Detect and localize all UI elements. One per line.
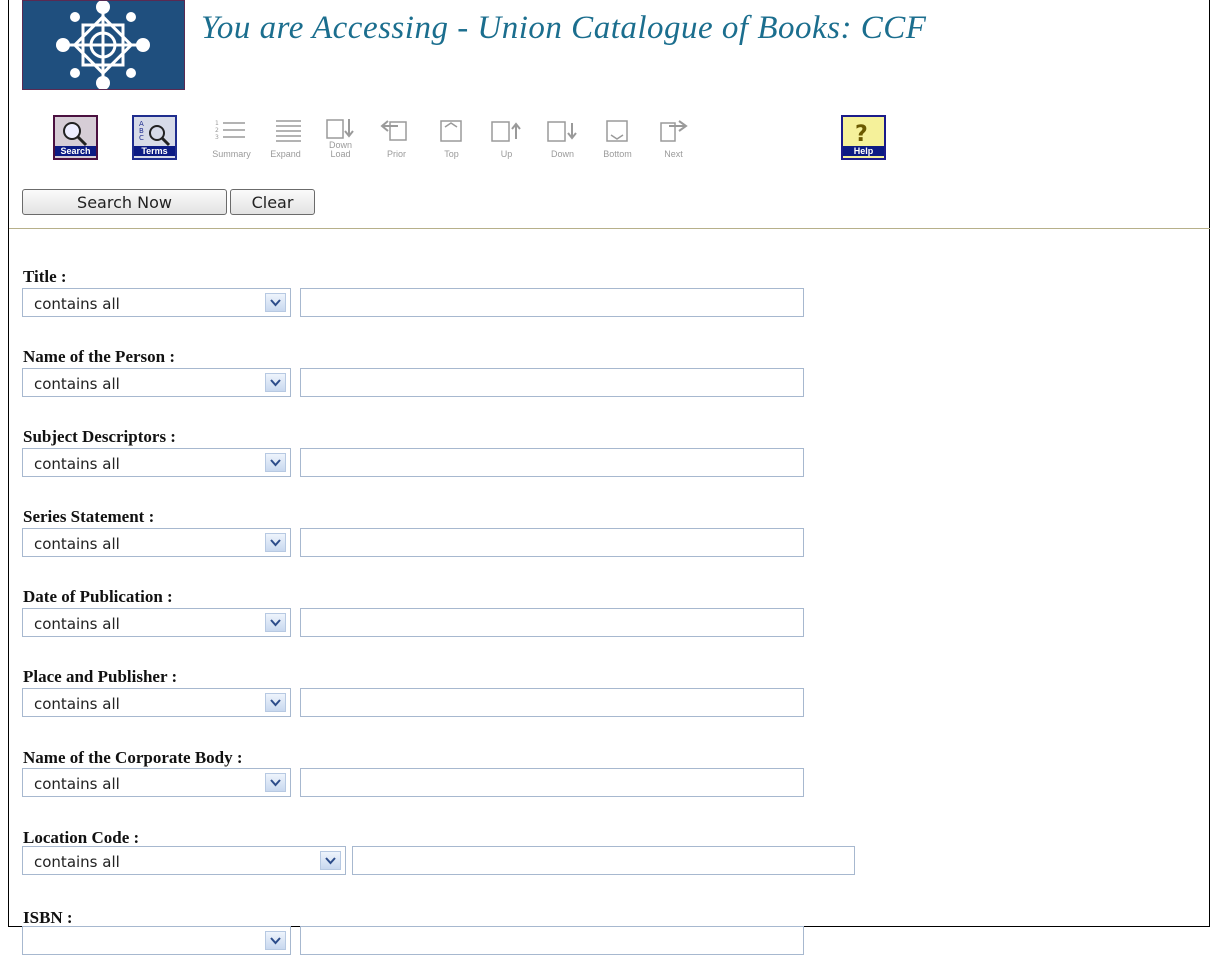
search-toolbar-button[interactable]: Search: [53, 115, 98, 160]
clear-button[interactable]: Clear: [230, 189, 315, 215]
page-banner-title: You are Accessing - Union Catalogue of B…: [201, 10, 927, 46]
chevron-down-icon[interactable]: [265, 773, 286, 792]
help-question-icon: ?: [855, 122, 868, 147]
field-label: Subject Descriptors :: [23, 427, 176, 446]
field-label: Series Statement :: [23, 507, 155, 526]
toolbar-label: Up: [500, 149, 513, 159]
terms-list-icon: A B C: [139, 120, 171, 147]
operator-select-value: contains all: [34, 375, 120, 393]
bottom-page-icon: [606, 120, 628, 142]
next-toolbar-button[interactable]: Next: [651, 115, 696, 160]
summary-list-icon: 123: [215, 120, 245, 141]
chevron-down-icon[interactable]: [265, 693, 286, 712]
header-divider: [9, 228, 1210, 229]
search-term-input[interactable]: [300, 528, 804, 557]
magnifier-icon: [63, 122, 88, 147]
operator-select-value: contains all: [34, 853, 120, 871]
search-term-input[interactable]: [300, 608, 804, 637]
expand-list-icon: [276, 120, 301, 142]
field-label: Location Code :: [23, 828, 140, 847]
search-term-input[interactable]: [300, 448, 804, 477]
field-label: Name of the Person :: [23, 347, 176, 366]
toolbar-label: Prior: [386, 149, 406, 159]
summary-toolbar-button[interactable]: 123 Summary: [209, 115, 254, 160]
bottom-toolbar-button[interactable]: Bottom: [595, 115, 640, 160]
search-term-input[interactable]: [300, 288, 804, 317]
svg-text:3: 3: [215, 134, 219, 141]
operator-select[interactable]: [22, 926, 291, 955]
search-term-input[interactable]: [300, 768, 804, 797]
operator-select-value: contains all: [34, 695, 120, 713]
toolbar-label: Top: [444, 149, 459, 159]
down-page-icon: [547, 121, 577, 142]
up-page-icon: [491, 121, 521, 142]
toolbar-label: Down: [550, 149, 574, 159]
operator-select[interactable]: contains all: [22, 368, 291, 397]
terms-toolbar-button[interactable]: A B C Terms: [132, 115, 177, 160]
chevron-down-icon[interactable]: [265, 931, 286, 950]
up-toolbar-button[interactable]: Up: [484, 115, 529, 160]
operator-select[interactable]: contains all: [22, 688, 291, 717]
toolbar-label: Bottom: [603, 149, 632, 159]
chevron-down-icon[interactable]: [320, 851, 341, 870]
operator-select-value: contains all: [34, 615, 120, 633]
expand-toolbar-button[interactable]: Expand: [263, 115, 308, 160]
toolbar-label: Down Load: [328, 140, 352, 159]
operator-select[interactable]: contains all: [22, 608, 291, 637]
download-toolbar-button[interactable]: Down Load: [318, 115, 363, 160]
toolbar-label: Expand: [270, 149, 301, 159]
toolbar-label: Help: [843, 146, 884, 156]
operator-select-value: contains all: [34, 775, 120, 793]
operator-select[interactable]: contains all: [22, 528, 291, 557]
toolbar-label: Search: [55, 146, 96, 156]
toolbar-label: Next: [664, 149, 683, 159]
field-label: Date of Publication :: [23, 587, 173, 606]
search-now-button[interactable]: Search Now: [22, 189, 227, 215]
svg-text:C: C: [139, 134, 144, 142]
operator-select-value: contains all: [34, 455, 120, 473]
operator-select[interactable]: contains all: [22, 768, 291, 797]
search-term-input[interactable]: [352, 846, 855, 875]
chevron-down-icon[interactable]: [265, 533, 286, 552]
operator-select[interactable]: contains all: [22, 288, 291, 317]
down-toolbar-button[interactable]: Down: [540, 115, 585, 160]
chevron-down-icon[interactable]: [265, 293, 286, 312]
svg-text:?: ?: [855, 122, 868, 147]
field-label: Title :: [23, 267, 67, 286]
search-term-input[interactable]: [300, 368, 804, 397]
toolbar-label: Terms: [134, 146, 175, 156]
operator-select[interactable]: contains all: [22, 846, 346, 875]
operator-select-value: contains all: [34, 295, 120, 313]
svg-text:1: 1: [215, 120, 219, 127]
field-label: Place and Publisher :: [23, 667, 178, 686]
operator-select[interactable]: contains all: [22, 448, 291, 477]
top-toolbar-button[interactable]: Top: [429, 115, 474, 160]
search-term-input[interactable]: [300, 926, 804, 955]
svg-text:2: 2: [215, 127, 219, 134]
site-logo: [22, 0, 185, 90]
top-page-icon: [440, 120, 462, 142]
help-toolbar-button[interactable]: ? Help: [841, 115, 886, 160]
field-label: Name of the Corporate Body :: [23, 748, 243, 767]
chevron-down-icon[interactable]: [265, 613, 286, 632]
operator-select-value: contains all: [34, 535, 120, 553]
toolbar-label: Summary: [212, 149, 251, 159]
prior-toolbar-button[interactable]: Prior: [374, 115, 419, 160]
next-page-icon: [660, 120, 688, 142]
search-term-input[interactable]: [300, 688, 804, 717]
chevron-down-icon[interactable]: [265, 453, 286, 472]
prior-page-icon: [380, 120, 407, 141]
field-label: ISBN :: [23, 908, 73, 927]
chevron-down-icon[interactable]: [265, 373, 286, 392]
